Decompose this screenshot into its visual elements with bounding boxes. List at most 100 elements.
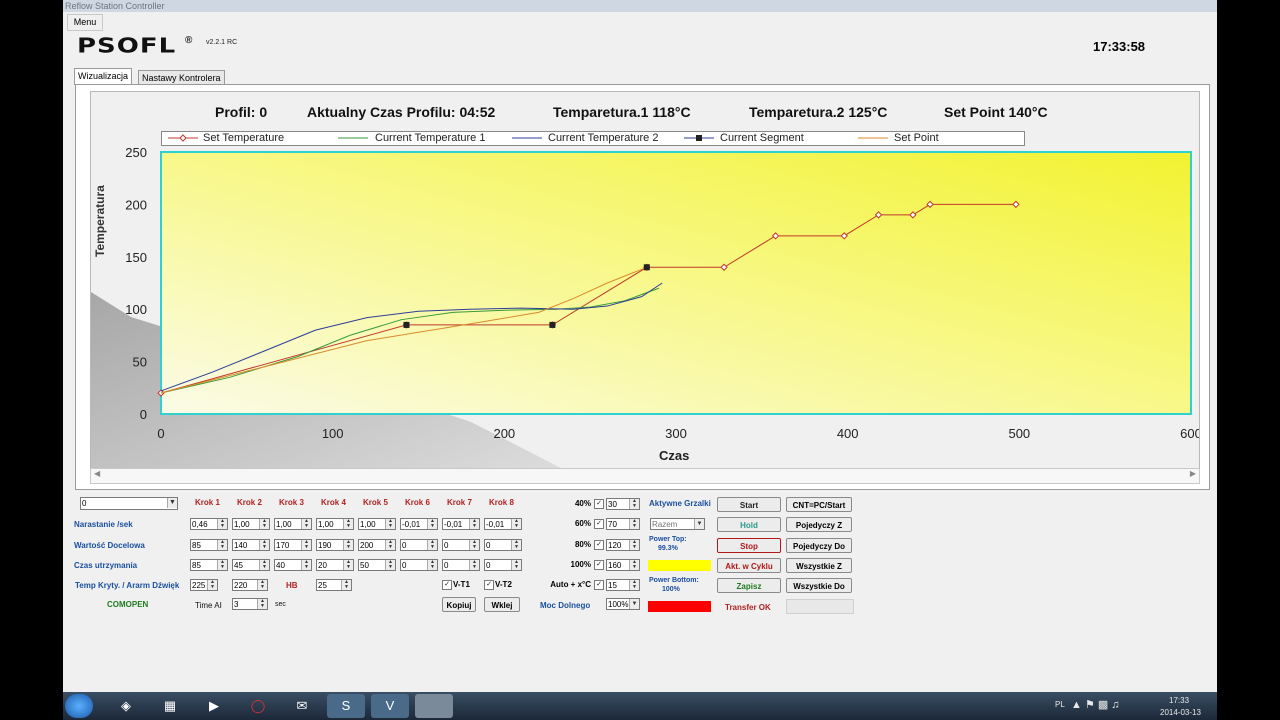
step-value-input[interactable]: 1,00 ▲ ▼ bbox=[232, 518, 270, 530]
visual-studio-icon[interactable]: V bbox=[371, 694, 409, 718]
spin-arrows-icon[interactable]: ▲ ▼ bbox=[511, 519, 521, 529]
spin-arrows-icon[interactable]: ▲ ▼ bbox=[629, 540, 639, 550]
pojedyczy-do-button[interactable]: Pojedyczy Do bbox=[786, 538, 852, 553]
step-value-input[interactable]: 20 ▲ ▼ bbox=[316, 559, 354, 571]
step-value-input[interactable]: -0,01 ▲ ▼ bbox=[442, 518, 480, 530]
tab-nastawy-kontrolera[interactable]: Nastawy Kontrolera bbox=[138, 70, 225, 85]
spin-arrows-icon[interactable]: ▲ ▼ bbox=[385, 560, 395, 570]
step-value-input[interactable]: 0 ▲ ▼ bbox=[484, 539, 522, 551]
power-step-input[interactable]: 70 ▲ ▼ bbox=[606, 518, 640, 530]
vt2-checkbox[interactable]: ✓ bbox=[484, 580, 494, 590]
start-button[interactable]: Start bbox=[717, 497, 781, 512]
vt1-checkbox[interactable]: ✓ bbox=[442, 580, 452, 590]
alarm-temp-input[interactable]: 220 ▲ ▼ bbox=[232, 579, 268, 591]
power-step-input[interactable]: 160 ▲ ▼ bbox=[606, 559, 640, 571]
spin-arrows-icon[interactable]: ▲ ▼ bbox=[341, 580, 351, 590]
step-value-input[interactable]: 0 ▲ ▼ bbox=[400, 539, 438, 551]
power-step-checkbox[interactable]: ✓ bbox=[594, 499, 604, 509]
power-step-checkbox[interactable]: ✓ bbox=[594, 540, 604, 550]
power-step-checkbox[interactable]: ✓ bbox=[594, 519, 604, 529]
explorer-icon[interactable]: ▦ bbox=[151, 694, 189, 718]
mail-icon[interactable]: ✉ bbox=[283, 694, 321, 718]
step-value-input[interactable]: 1,00 ▲ ▼ bbox=[358, 518, 396, 530]
critical-temp-input[interactable]: 225 ▲ ▼ bbox=[190, 579, 218, 591]
ie-icon[interactable]: ◈ bbox=[107, 694, 145, 718]
spin-arrows-icon[interactable]: ▲ ▼ bbox=[259, 560, 269, 570]
step-value-input[interactable]: 0,46 ▲ ▼ bbox=[190, 518, 228, 530]
spin-arrows-icon[interactable]: ▲ ▼ bbox=[207, 580, 217, 590]
paste-button[interactable]: Wklej bbox=[484, 597, 520, 612]
menu-button[interactable]: Menu bbox=[67, 14, 103, 31]
step-value-input[interactable]: 0 ▲ ▼ bbox=[400, 559, 438, 571]
stop-button[interactable]: Stop bbox=[717, 538, 781, 553]
step-value-input[interactable]: 50 ▲ ▼ bbox=[358, 559, 396, 571]
spin-arrows-icon[interactable]: ▲ ▼ bbox=[301, 560, 311, 570]
start-orb-icon[interactable] bbox=[65, 694, 93, 718]
step-value-input[interactable]: 190 ▲ ▼ bbox=[316, 539, 354, 551]
step-value-input[interactable]: 1,00 ▲ ▼ bbox=[274, 518, 312, 530]
spin-arrows-icon[interactable]: ▲ ▼ bbox=[257, 580, 267, 590]
step-value-input[interactable]: 0 ▲ ▼ bbox=[442, 559, 480, 571]
skype-icon[interactable]: S bbox=[327, 694, 365, 718]
scroll-left-icon[interactable]: ◀ bbox=[94, 469, 100, 478]
step-value-input[interactable]: 40 ▲ ▼ bbox=[274, 559, 312, 571]
spin-arrows-icon[interactable]: ▲ ▼ bbox=[629, 499, 639, 509]
spin-arrows-icon[interactable]: ▲ ▼ bbox=[469, 560, 479, 570]
spin-arrows-icon[interactable]: ▲ ▼ bbox=[301, 540, 311, 550]
spin-arrows-icon[interactable]: ▲ ▼ bbox=[259, 519, 269, 529]
time-ai-input[interactable]: 3 ▲ ▼ bbox=[232, 598, 268, 610]
power-step-input[interactable]: 120 ▲ ▼ bbox=[606, 539, 640, 551]
spin-arrows-icon[interactable]: ▲ ▼ bbox=[427, 519, 437, 529]
step-value-input[interactable]: 85 ▲ ▼ bbox=[190, 559, 228, 571]
spin-arrows-icon[interactable]: ▲ ▼ bbox=[343, 519, 353, 529]
heaters-select[interactable]: Razem ▼ bbox=[650, 518, 705, 530]
spin-arrows-icon[interactable]: ▲ ▼ bbox=[217, 519, 227, 529]
spin-arrows-icon[interactable]: ▲ ▼ bbox=[629, 519, 639, 529]
power-step-checkbox[interactable]: ✓ bbox=[594, 560, 604, 570]
step-value-input[interactable]: -0,01 ▲ ▼ bbox=[400, 518, 438, 530]
cnt-pc-start-button[interactable]: CNT=PC/Start bbox=[786, 497, 852, 512]
zapisz-button[interactable]: Zapisz bbox=[717, 578, 781, 593]
tray-date[interactable]: 2014-03-13 bbox=[1160, 708, 1201, 717]
opera-icon[interactable]: ◯ bbox=[239, 694, 277, 718]
spin-arrows-icon[interactable]: ▲ ▼ bbox=[259, 540, 269, 550]
language-indicator[interactable]: PL bbox=[1055, 700, 1065, 709]
step-value-input[interactable]: 200 ▲ ▼ bbox=[358, 539, 396, 551]
step-value-input[interactable]: -0,01 ▲ ▼ bbox=[484, 518, 522, 530]
tab-wizualizacja[interactable]: Wizualizacja bbox=[74, 68, 133, 85]
spin-arrows-icon[interactable]: ▲ ▼ bbox=[629, 560, 639, 570]
spin-arrows-icon[interactable]: ▲ ▼ bbox=[385, 540, 395, 550]
step-value-input[interactable]: 85 ▲ ▼ bbox=[190, 539, 228, 551]
akt-w-cyklu-button[interactable]: Akt. w Cyklu bbox=[717, 558, 781, 573]
copy-button[interactable]: Kopiuj bbox=[442, 597, 476, 612]
hold-button[interactable]: Hold bbox=[717, 517, 781, 532]
profile-select[interactable]: 0 ▼ bbox=[80, 497, 178, 510]
spin-arrows-icon[interactable]: ▲ ▼ bbox=[469, 540, 479, 550]
spin-arrows-icon[interactable]: ▲ ▼ bbox=[511, 540, 521, 550]
media-player-icon[interactable]: ▶ bbox=[195, 694, 233, 718]
step-value-input[interactable]: 1,00 ▲ ▼ bbox=[316, 518, 354, 530]
tray-icons[interactable]: ▲ ⚑ ▩ ♫ bbox=[1071, 698, 1120, 711]
scroll-right-icon[interactable]: ▶ bbox=[1190, 469, 1196, 478]
power-step-input[interactable]: 15 ▲ ▼ bbox=[606, 579, 640, 591]
hb-input[interactable]: 25 ▲ ▼ bbox=[316, 579, 352, 591]
spin-arrows-icon[interactable]: ▲ ▼ bbox=[511, 560, 521, 570]
step-value-input[interactable]: 140 ▲ ▼ bbox=[232, 539, 270, 551]
wszystkie-z-button[interactable]: Wszystkie Z bbox=[786, 558, 852, 573]
spin-arrows-icon[interactable]: ▲ ▼ bbox=[427, 560, 437, 570]
power-step-input[interactable]: 30 ▲ ▼ bbox=[606, 498, 640, 510]
psofl-taskbar-icon[interactable] bbox=[415, 694, 453, 718]
spin-arrows-icon[interactable]: ▲ ▼ bbox=[217, 560, 227, 570]
spin-arrows-icon[interactable]: ▲ ▼ bbox=[343, 560, 353, 570]
chart-scrollbar[interactable]: ◀ ▶ bbox=[90, 468, 1200, 484]
step-value-input[interactable]: 170 ▲ ▼ bbox=[274, 539, 312, 551]
tray-time[interactable]: 17:33 bbox=[1169, 696, 1189, 705]
wszystkie-do-button[interactable]: Wszystkie Do bbox=[786, 578, 852, 593]
spin-arrows-icon[interactable]: ▲ ▼ bbox=[469, 519, 479, 529]
spin-arrows-icon[interactable]: ▲ ▼ bbox=[217, 540, 227, 550]
moc-dolnego-select[interactable]: 100% ▼ bbox=[606, 598, 640, 610]
spin-arrows-icon[interactable]: ▲ ▼ bbox=[343, 540, 353, 550]
spin-arrows-icon[interactable]: ▲ ▼ bbox=[385, 519, 395, 529]
step-value-input[interactable]: 45 ▲ ▼ bbox=[232, 559, 270, 571]
step-value-input[interactable]: 0 ▲ ▼ bbox=[484, 559, 522, 571]
